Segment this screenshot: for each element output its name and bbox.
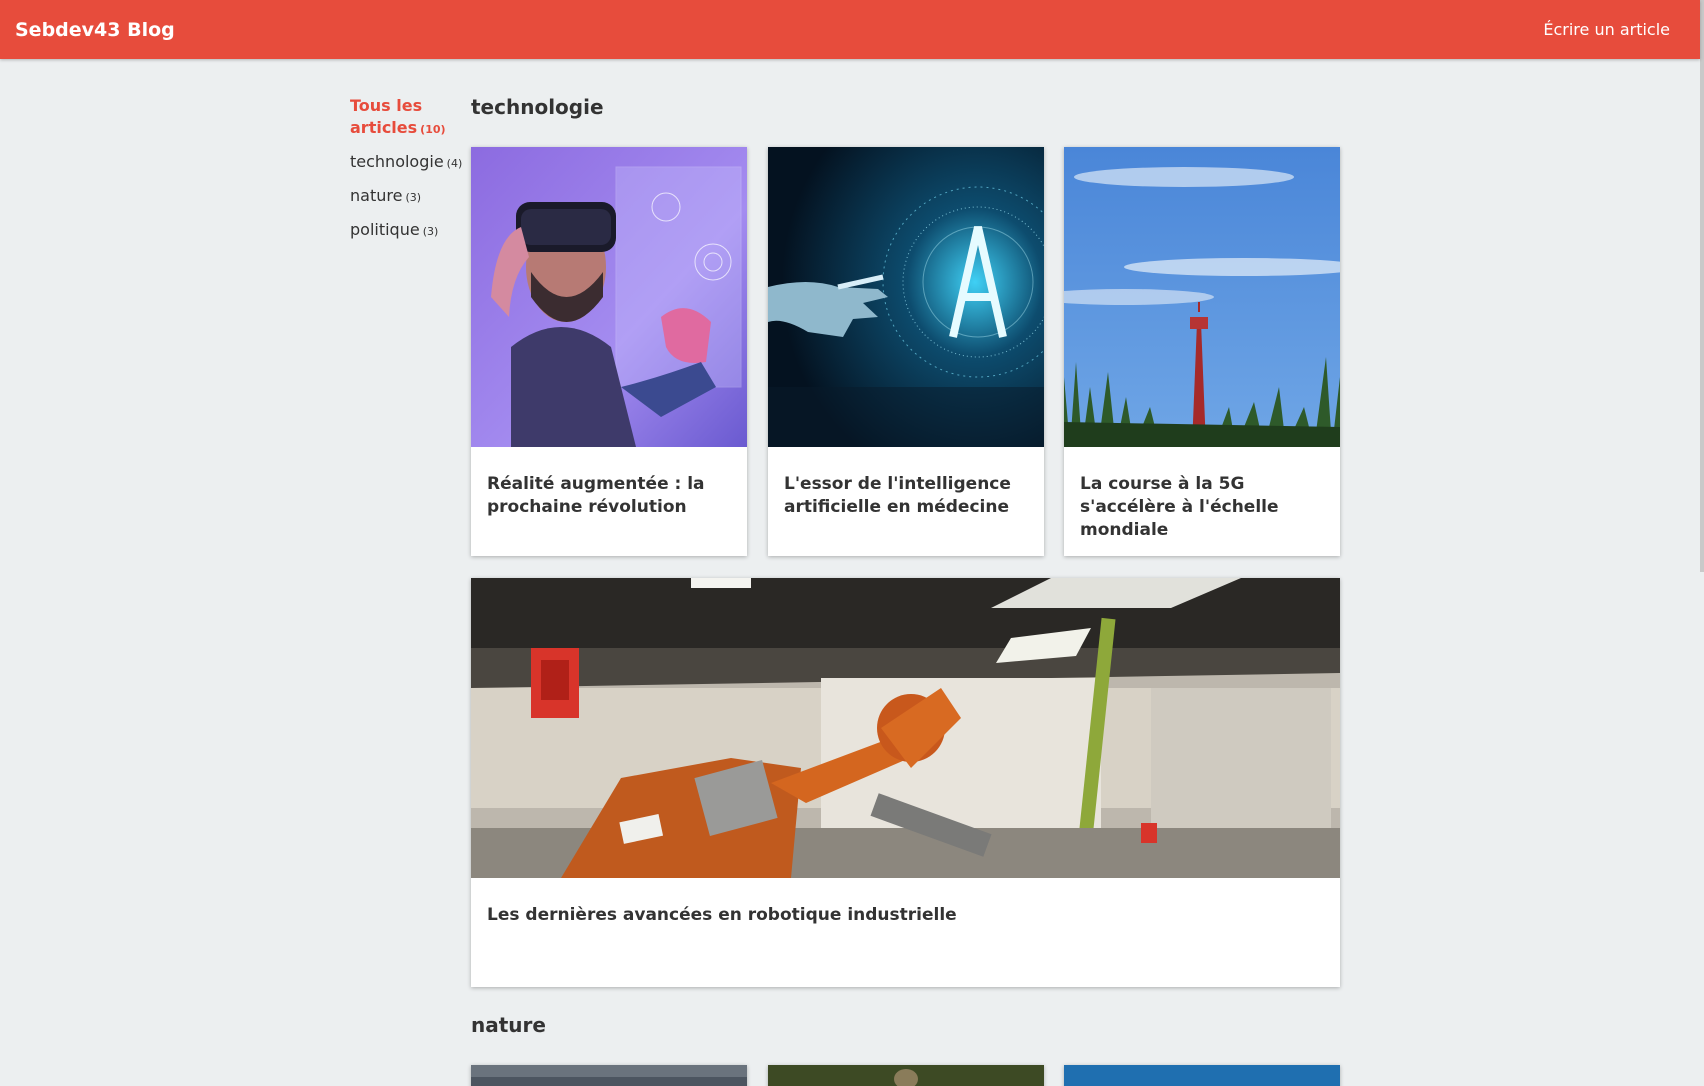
sidebar-item-nature[interactable]: nature (3) (350, 185, 465, 209)
article-card[interactable]: La course à la 5G s'accélère à l'échelle… (1064, 147, 1340, 556)
sidebar-item-count: (3) (422, 225, 439, 238)
article-image-nature-1 (471, 1065, 747, 1086)
article-image-5g (1064, 147, 1340, 447)
sidebar-item-technologie[interactable]: technologie (4) (350, 151, 465, 175)
article-title: Réalité augmentée : la prochaine révolut… (487, 474, 705, 517)
article-image-nature-2 (768, 1065, 1044, 1086)
top-navbar: Sebdev43 Blog Écrire un article (0, 0, 1700, 59)
article-card[interactable] (471, 1065, 747, 1086)
article-image-nature-3 (1064, 1065, 1340, 1086)
article-card[interactable]: Les dernières avancées en robotique indu… (471, 578, 1340, 987)
article-title: L'essor de l'intelligence artificielle e… (784, 474, 1011, 517)
article-card[interactable]: Réalité augmentée : la prochaine révolut… (471, 147, 747, 556)
sidebar-item-count: (3) (405, 191, 422, 204)
article-image-vr (471, 147, 747, 447)
sidebar-item-label: politique (350, 220, 420, 239)
article-image-ai (768, 147, 1044, 447)
brand-link[interactable]: Sebdev43 Blog (15, 19, 175, 41)
article-image-robot (471, 578, 1340, 878)
sidebar-item-count: (4) (446, 157, 463, 170)
sidebar-item-label: technologie (350, 152, 444, 171)
write-article-link[interactable]: Écrire un article (1543, 20, 1670, 39)
sidebar-item-all-articles[interactable]: Tous les articles (10) (350, 95, 465, 141)
page-scrollbar[interactable] (1700, 0, 1704, 572)
article-card[interactable] (1064, 1065, 1340, 1086)
sidebar-item-politique[interactable]: politique (3) (350, 219, 465, 243)
category-sidebar: Tous les articles (10) technologie (4) nat… (350, 95, 465, 253)
section-title-technologie: technologie (471, 95, 604, 119)
sidebar-item-count: (10) (420, 123, 446, 136)
sidebar-item-label: nature (350, 186, 403, 205)
article-title: Les dernières avancées en robotique indu… (487, 905, 957, 925)
article-card[interactable] (768, 1065, 1044, 1086)
article-title: La course à la 5G s'accélère à l'échelle… (1080, 474, 1279, 540)
section-title-nature: nature (471, 1013, 546, 1037)
article-card[interactable]: L'essor de l'intelligence artificielle e… (768, 147, 1044, 556)
sidebar-item-label: Tous les articles (350, 96, 423, 137)
